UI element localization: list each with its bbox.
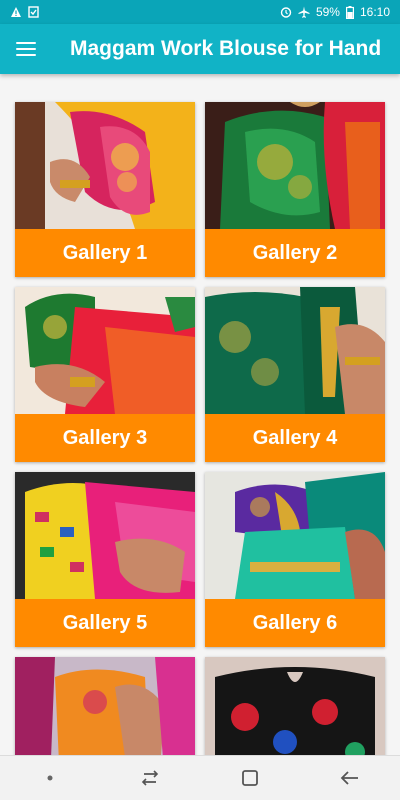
battery-percent: 59% (315, 5, 340, 19)
clipboard-check-icon (28, 6, 39, 18)
gallery-label-2: Gallery 2 (205, 229, 385, 277)
gallery-thumbnail-5 (15, 472, 195, 599)
status-time: 16:10 (359, 5, 390, 19)
recent-apps-icon[interactable] (120, 758, 180, 798)
gallery-label-1: Gallery 1 (15, 229, 195, 277)
gallery-grid: Gallery 1 Gallery 2 Gallery 3 Gallery 4 … (15, 102, 385, 755)
app-title: Maggam Work Blouse for Hand (70, 37, 382, 60)
gallery-thumbnail-8 (205, 657, 385, 755)
gallery-thumbnail-1 (15, 102, 195, 229)
gallery-label-3: Gallery 3 (15, 414, 195, 462)
gallery-card-2[interactable]: Gallery 2 (205, 102, 385, 277)
gallery-card-3[interactable]: Gallery 3 (15, 287, 195, 462)
gallery-label-4: Gallery 4 (205, 414, 385, 462)
gallery-card-4[interactable]: Gallery 4 (205, 287, 385, 462)
gallery-thumbnail-6 (205, 472, 385, 599)
back-icon[interactable] (320, 758, 380, 798)
gallery-thumbnail-3 (15, 287, 195, 414)
gallery-card-7[interactable] (15, 657, 195, 755)
app-bar: Maggam Work Blouse for Hand (0, 24, 400, 74)
gallery-label-6: Gallery 6 (205, 599, 385, 647)
airplane-icon (298, 6, 310, 18)
battery-icon (345, 5, 354, 19)
gallery-card-5[interactable]: Gallery 5 (15, 472, 195, 647)
gallery-card-8[interactable] (205, 657, 385, 755)
gallery-thumbnail-2 (205, 102, 385, 229)
status-bar: 59% 16:10 (0, 0, 400, 24)
gallery-label-5: Gallery 5 (15, 599, 195, 647)
gallery-content[interactable]: Gallery 1 Gallery 2 Gallery 3 Gallery 4 … (0, 74, 400, 755)
warning-icon (10, 6, 22, 18)
status-left (10, 6, 39, 18)
home-icon[interactable] (220, 758, 280, 798)
gallery-card-1[interactable]: Gallery 1 (15, 102, 195, 277)
hamburger-menu-icon[interactable] (16, 37, 40, 61)
gallery-thumbnail-4 (205, 287, 385, 414)
dot-icon[interactable] (20, 758, 80, 798)
alarm-icon (280, 6, 292, 18)
system-nav-bar (0, 755, 400, 800)
gallery-card-6[interactable]: Gallery 6 (205, 472, 385, 647)
gallery-thumbnail-7 (15, 657, 195, 755)
status-right: 59% 16:10 (280, 5, 390, 19)
